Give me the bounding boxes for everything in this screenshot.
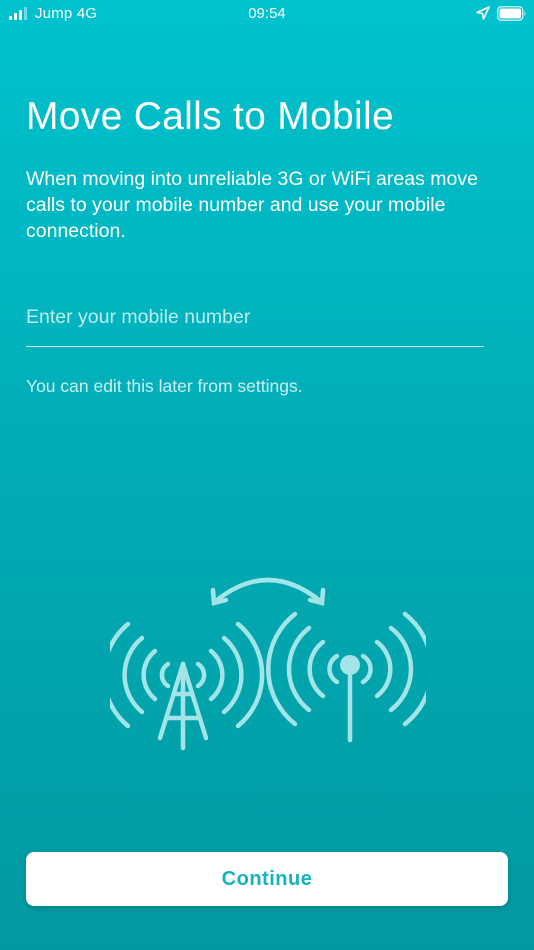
settings-hint: You can edit this later from settings. (26, 376, 303, 396)
cell-tower-swap-icon (110, 577, 426, 751)
continue-button[interactable]: Continue (26, 852, 508, 906)
location-icon (476, 6, 490, 20)
mobile-number-input[interactable] (26, 300, 484, 347)
page-description: When moving into unreliable 3G or WiFi a… (26, 168, 478, 242)
page-title: Move Calls to Mobile (26, 95, 394, 138)
clock: 09:54 (248, 5, 286, 22)
battery-icon (497, 6, 526, 21)
status-bar: Jump 4G 09:54 (0, 0, 534, 28)
screen: Jump 4G 09:54 Move Calls to Mobile When … (0, 0, 534, 950)
